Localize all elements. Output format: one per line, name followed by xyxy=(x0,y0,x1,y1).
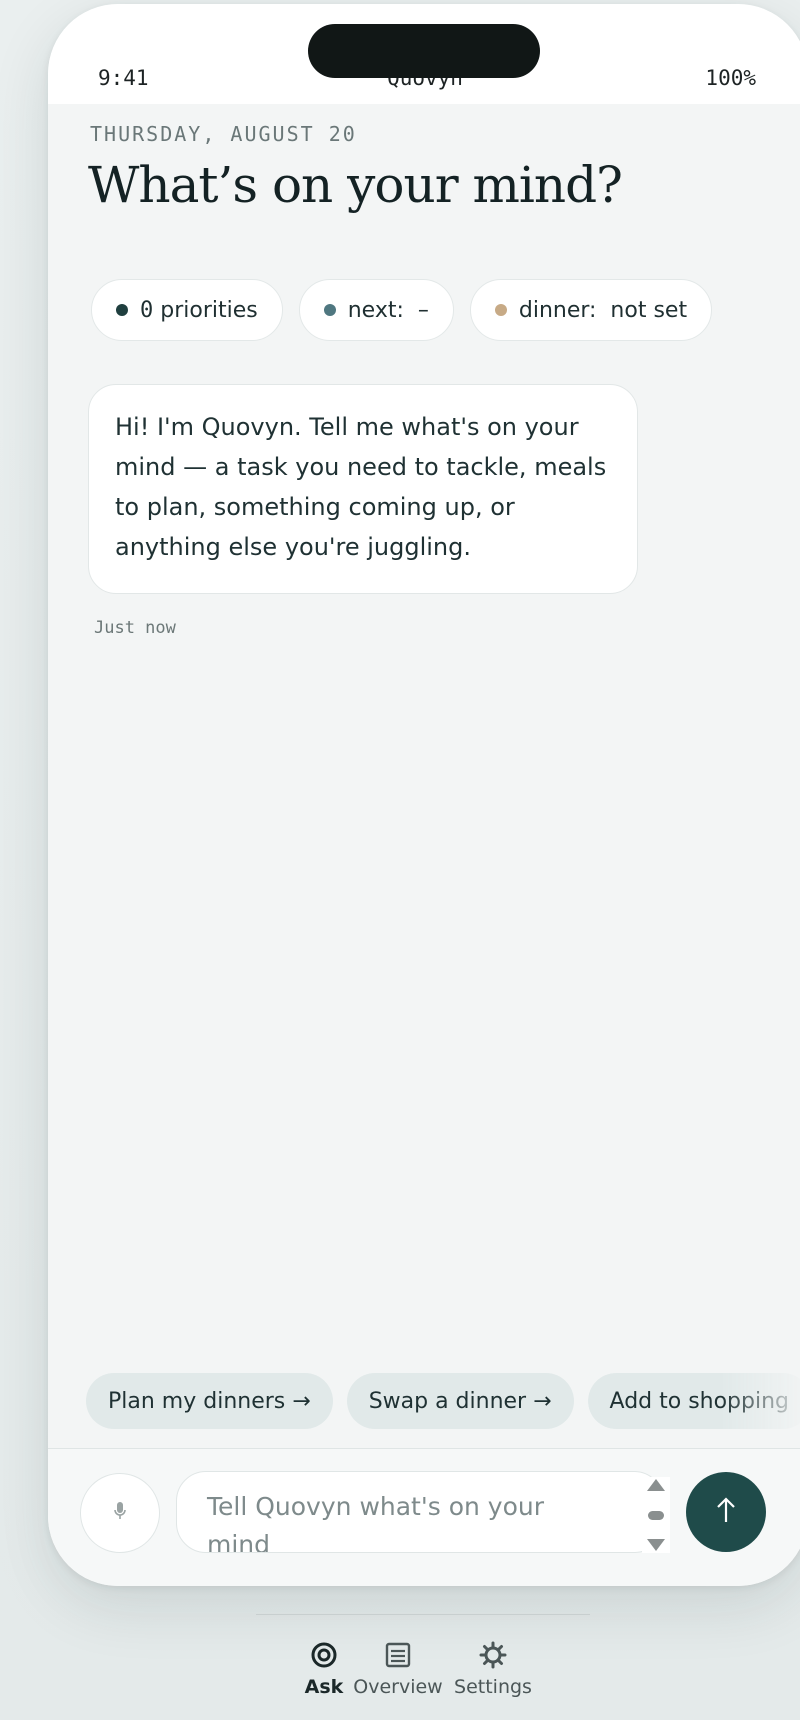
status-bar: 9:41 Quovyn 100% xyxy=(48,4,800,104)
composer-bar: Tell Quovyn what's on your mind xyxy=(48,1448,800,1586)
status-battery: 100% xyxy=(705,66,756,90)
summary-chips: 0 priorities next: – dinner: not set xyxy=(91,279,713,341)
priorities-label: priorities xyxy=(160,297,258,323)
priorities-chip[interactable]: 0 priorities xyxy=(91,279,283,341)
tab-overview-label: Overview xyxy=(353,1676,443,1698)
arrow-up-icon xyxy=(715,1496,737,1528)
assistant-message-bubble: Hi! I'm Quovyn. Tell me what's on your m… xyxy=(88,384,638,594)
priorities-dot-icon xyxy=(116,304,128,316)
phone-frame: 9:41 Quovyn 100% THURSDAY, AUGUST 20 Wha… xyxy=(48,4,800,1586)
dinner-chip-label: dinner: not set xyxy=(518,297,688,323)
message-input[interactable]: Tell Quovyn what's on your mind xyxy=(176,1471,664,1553)
swap-dinner-suggestion[interactable]: Swap a dinner → xyxy=(346,1373,574,1429)
tab-settings[interactable]: Settings xyxy=(448,1640,538,1698)
tab-overview[interactable]: Overview xyxy=(348,1640,448,1698)
next-chip[interactable]: next: – xyxy=(298,279,454,341)
mic-button[interactable] xyxy=(80,1473,160,1553)
send-button[interactable] xyxy=(686,1472,766,1552)
priorities-count: 0 xyxy=(140,297,154,323)
overview-icon xyxy=(385,1640,411,1670)
priorities-chip-text: 0 priorities xyxy=(140,298,258,323)
message-input-placeholder: Tell Quovyn what's on your mind xyxy=(207,1492,544,1553)
tab-bar: Ask Overview Settings xyxy=(300,1640,538,1698)
scroll-up-icon[interactable] xyxy=(647,1479,665,1491)
status-time: 9:41 xyxy=(98,66,149,90)
tab-ask[interactable]: Ask xyxy=(300,1640,348,1698)
scroll-thumb[interactable] xyxy=(648,1510,664,1520)
input-scrollbar[interactable] xyxy=(642,1477,670,1553)
tabbar-divider xyxy=(256,1614,590,1615)
dinner-chip[interactable]: dinner: not set xyxy=(469,279,713,341)
dynamic-island xyxy=(308,24,540,78)
tab-ask-label: Ask xyxy=(304,1676,344,1698)
dinner-dot-icon xyxy=(494,304,507,316)
ask-icon xyxy=(310,1640,338,1670)
date-label: THURSDAY, AUGUST 20 xyxy=(90,122,357,146)
mic-icon xyxy=(113,1501,127,1525)
page-title: What’s on your mind? xyxy=(88,156,623,214)
tab-settings-label: Settings xyxy=(454,1676,532,1698)
page: 9:41 Quovyn 100% THURSDAY, AUGUST 20 Wha… xyxy=(0,0,800,1720)
scroll-down-icon[interactable] xyxy=(647,1539,665,1551)
next-dot-icon xyxy=(323,304,336,316)
message-timestamp: Just now xyxy=(94,618,176,638)
suggestion-row: Plan my dinners → Swap a dinner → Add to… xyxy=(86,1373,800,1429)
assistant-message-text: Hi! I'm Quovyn. Tell me what's on your m… xyxy=(115,413,607,561)
add-to-shopping-suggestion[interactable]: Add to shopping xyxy=(587,1373,800,1429)
plan-dinners-suggestion[interactable]: Plan my dinners → xyxy=(86,1373,333,1429)
next-chip-label: next: – xyxy=(347,297,429,323)
gear-icon xyxy=(479,1640,507,1670)
